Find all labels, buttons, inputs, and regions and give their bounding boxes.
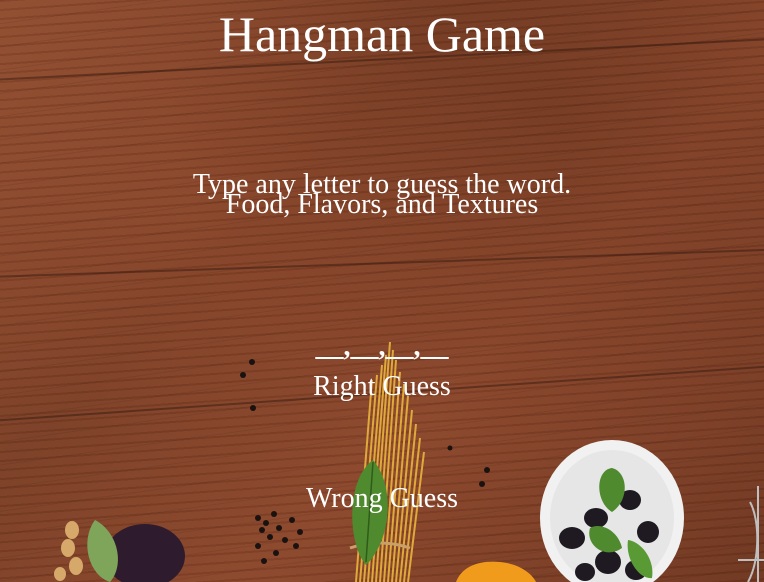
category-text: Food, Flavors, and Textures	[225, 189, 539, 220]
wrong-guess-label: Wrong Guess	[305, 483, 459, 514]
right-guess-label: Right Guess	[313, 371, 451, 402]
page-title: Hangman Game	[218, 6, 546, 62]
hangman-game: Hangman Game Type any letter to guess th…	[0, 0, 764, 582]
word-display: __,__,__,__	[315, 331, 449, 362]
